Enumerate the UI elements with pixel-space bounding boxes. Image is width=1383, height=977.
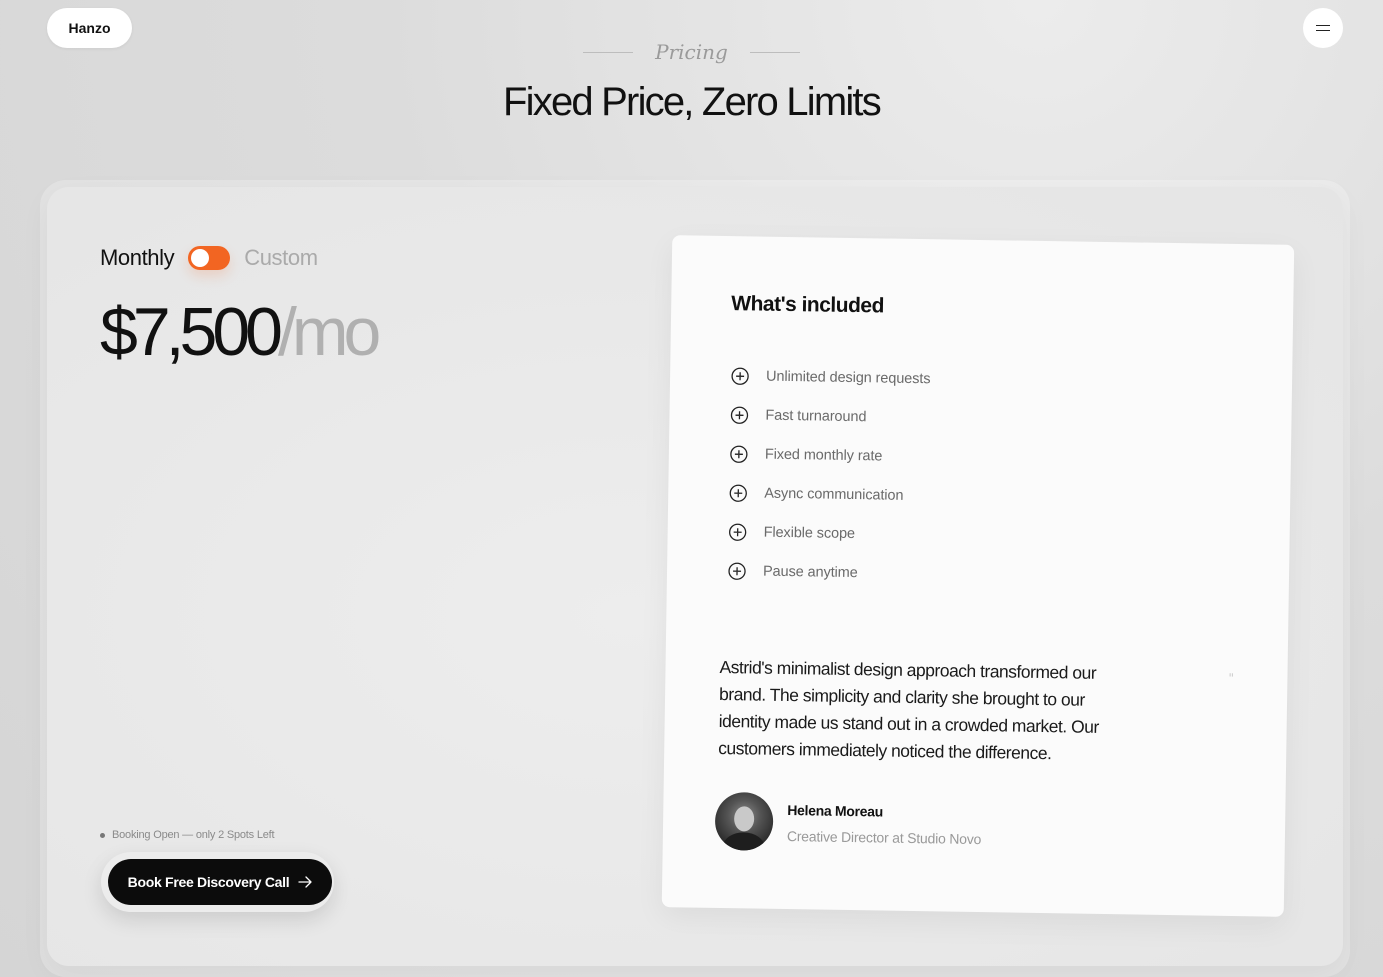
plus-circle-icon [728,562,746,580]
list-item: Unlimited design requests [730,356,931,398]
feature-label: Async communication [764,485,904,504]
list-item: Fixed monthly rate [729,434,930,476]
feature-label: Fast turnaround [765,407,867,425]
avatar-face [733,806,755,832]
author-role: Creative Director at Studio Novo [786,828,982,848]
feature-list: Unlimited design requests Fast turnaroun… [727,356,931,593]
list-item: Fast turnaround [729,395,930,437]
list-item: Async communication [728,473,929,515]
plus-circle-icon [730,406,749,424]
plus-circle-icon [729,523,747,541]
included-card: What's included Unlimited design request… [661,235,1295,917]
hamburger-menu-icon [1316,24,1330,26]
feature-label: Fixed monthly rate [764,446,883,464]
availability-text: Booking Open — only 2 Spots Left [112,829,275,841]
feature-label: Flexible scope [763,524,856,542]
plus-circle-icon [729,484,747,502]
avatar [714,791,774,851]
author-name: Helena Moreau [787,802,884,820]
price-display: $7,500 /mo [100,294,381,370]
monthly-label[interactable]: Monthly [100,245,175,271]
price-period: /mo [277,294,381,370]
eyebrow-label: Pricing [655,40,728,64]
billing-toggle[interactable] [188,246,231,270]
avatar-shoulders [722,832,765,851]
availability-status: Booking Open — only 2 Spots Left [100,829,275,841]
plus-circle-icon [730,445,748,463]
feature-label: Pause anytime [762,563,858,581]
status-dot-icon [100,832,105,838]
feature-label: Unlimited design requests [765,368,931,387]
price-amount: $7,500 [100,294,283,370]
list-item: Pause anytime [727,551,928,593]
testimonial-quote: Astrid's minimalist design approach tran… [718,656,1099,764]
custom-label[interactable]: Custom [244,245,318,271]
page-title: Fixed Price, Zero Limits [503,80,882,124]
quote-mark-icon: " [1228,670,1235,686]
book-discovery-call-button[interactable]: Book Free Discovery Call [108,859,332,905]
eyebrow-divider-left [583,51,634,53]
toggle-knob [191,249,210,267]
plus-circle-icon [731,367,749,385]
eyebrow-divider-right [749,51,800,53]
billing-toggle-row: Monthly Custom [100,245,318,271]
cta-label: Book Free Discovery Call [127,874,290,890]
included-title: What's included [731,292,885,318]
list-item: Flexible scope [727,512,928,554]
hamburger-menu-icon-line [1316,30,1330,32]
section-eyebrow: Pricing [0,40,1383,64]
arrow-right-icon [298,876,312,888]
